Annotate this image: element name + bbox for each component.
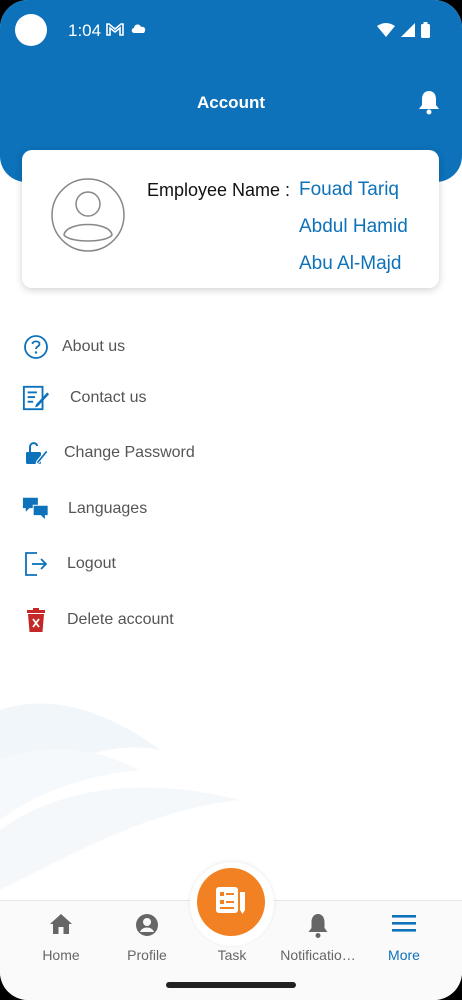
menu-item-delete-account[interactable]: Delete account: [0, 595, 462, 645]
signal-icon: [401, 23, 415, 42]
employee-name-line-1: Fouad Tariq: [299, 179, 399, 200]
unlock-icon: [22, 439, 50, 467]
nav-home[interactable]: Home: [22, 901, 100, 973]
employee-name-line-3: Abu Al-Majd: [299, 253, 402, 274]
nav-task-label: Task: [217, 947, 247, 963]
employee-name-line-2: Abdul Hamid: [299, 216, 408, 237]
chat-bubbles-icon: [22, 495, 50, 523]
status-bar: 1:04: [0, 0, 462, 60]
menu-item-languages[interactable]: Languages: [0, 484, 462, 534]
menu-label-about-us: About us: [62, 338, 126, 355]
menu-icon: [392, 913, 416, 938]
trash-icon: [22, 606, 50, 634]
menu-label-languages: Languages: [68, 500, 148, 517]
nav-more[interactable]: More: [368, 901, 440, 973]
help-circle-icon: [22, 333, 50, 361]
status-time: 1:04: [68, 21, 102, 40]
menu-item-logout[interactable]: Logout: [0, 539, 462, 589]
menu-item-change-password[interactable]: Change Password: [0, 428, 462, 478]
avatar-icon: [50, 177, 126, 258]
gmail-icon: [106, 21, 124, 42]
camera-cutout: [15, 14, 47, 46]
battery-icon: [421, 22, 430, 43]
edit-document-icon: [22, 384, 50, 412]
bell-icon: [307, 913, 329, 944]
menu-item-about-us[interactable]: About us: [0, 322, 462, 372]
nav-profile[interactable]: Profile: [108, 901, 186, 973]
cloud-icon: [130, 21, 148, 42]
menu-label-contact-us: Contact us: [70, 389, 147, 406]
app-screen: 1:04 Account Employee Name: Fouad Tariq…: [0, 0, 462, 1000]
nav-home-label: Home: [42, 947, 80, 963]
page-title: Account: [197, 93, 265, 112]
menu-item-contact-us[interactable]: Contact us: [0, 373, 462, 423]
nav-more-label: More: [388, 947, 420, 963]
bell-icon[interactable]: [417, 89, 441, 120]
home-icon: [49, 913, 73, 940]
nav-profile-label: Profile: [127, 947, 167, 963]
employee-name-label: Employee Name :: [147, 180, 291, 200]
home-gesture-bar[interactable]: [166, 982, 296, 988]
logout-icon: [22, 550, 50, 578]
task-icon: [213, 882, 249, 923]
menu-label-logout: Logout: [67, 555, 116, 572]
menu-label-delete-account: Delete account: [67, 611, 174, 628]
profile-card: Employee Name : Fouad Tariq Abdul Hamid …: [22, 150, 439, 288]
menu-label-change-password: Change Password: [64, 444, 195, 461]
person-icon: [135, 913, 159, 942]
wifi-icon: [377, 23, 395, 42]
nav-notifications-label: Notificatio…: [280, 947, 356, 963]
nav-notifications[interactable]: Notificatio…: [272, 901, 364, 973]
task-fab-button[interactable]: [197, 868, 265, 936]
